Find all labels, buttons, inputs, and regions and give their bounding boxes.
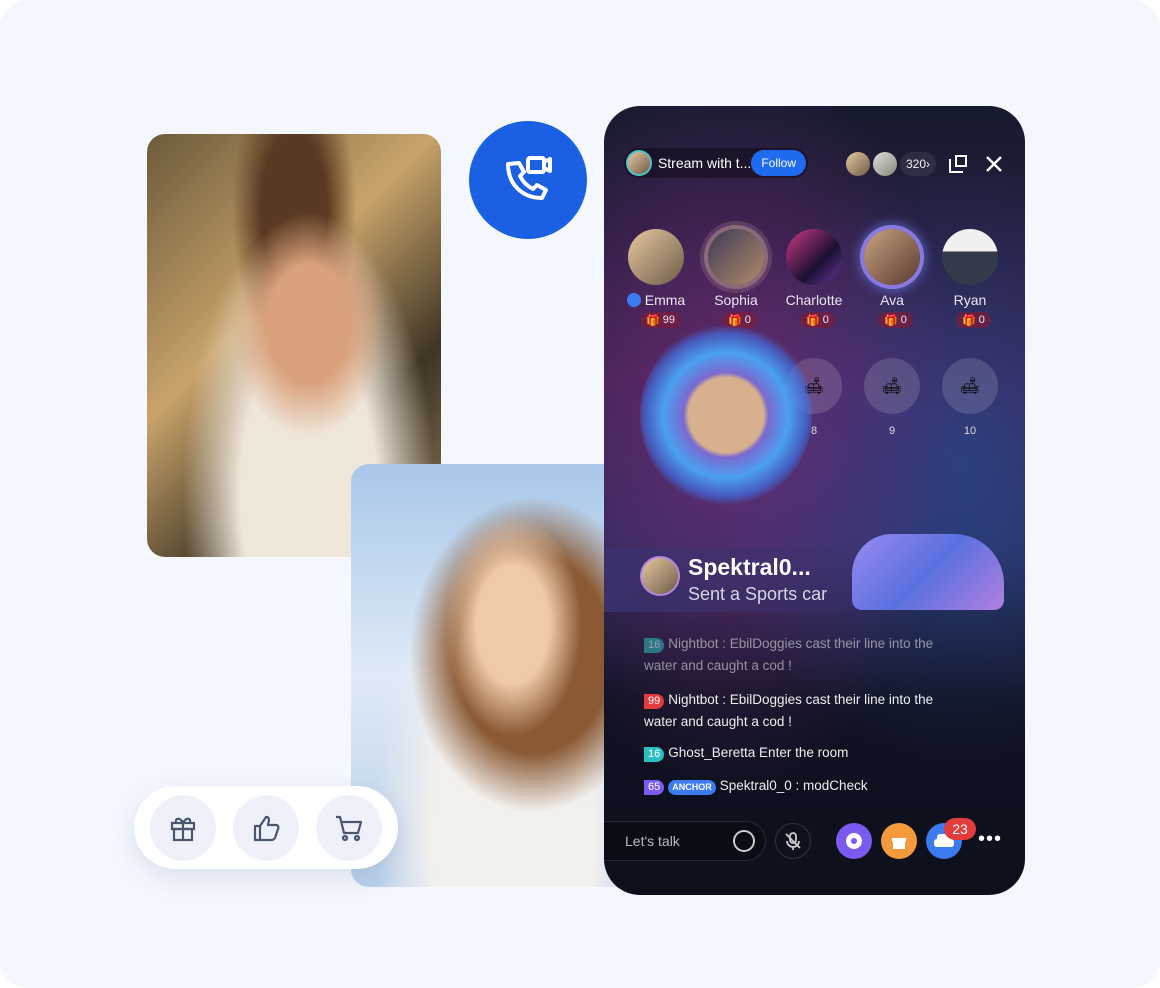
- seat-name-text: Emma: [644, 292, 686, 308]
- seat-emma[interactable]: [628, 229, 684, 285]
- mute-mic-button[interactable]: [775, 823, 811, 859]
- avatar-frame-effect: [640, 324, 812, 506]
- gift-button[interactable]: [881, 823, 917, 859]
- seat-ava[interactable]: [864, 229, 920, 285]
- viewer-avatar[interactable]: [846, 152, 870, 176]
- level-badge: 99: [644, 694, 665, 709]
- room-header: Stream with t... Follow: [624, 148, 808, 178]
- like-button[interactable]: [232, 794, 299, 861]
- emoji-icon[interactable]: [733, 830, 755, 852]
- gift-count: 0: [744, 314, 751, 326]
- follow-button[interactable]: Follow: [751, 150, 806, 176]
- seat-number: 10: [963, 425, 977, 437]
- empty-seat-9[interactable]: 🛋: [864, 358, 920, 414]
- chat-message: 99 Nightbot : EbilDoggies cast their line…: [644, 689, 964, 733]
- action-bar: [134, 786, 398, 869]
- gift-count: 0: [822, 314, 829, 326]
- close-icon[interactable]: [984, 154, 1004, 174]
- level-badge: 16: [644, 638, 665, 653]
- avatar: [786, 229, 842, 285]
- seat-name: Sophia: [714, 292, 758, 308]
- more-icon[interactable]: •••: [978, 828, 1002, 851]
- level-badge: 65: [644, 780, 665, 795]
- user-icon: [626, 293, 641, 307]
- gift-count-badge: 🎁 0: [956, 312, 991, 328]
- seat-name: Ava: [880, 292, 904, 308]
- seat-charlotte[interactable]: [786, 229, 842, 285]
- seat-number: 9: [888, 425, 896, 437]
- chat-text: Nightbot : EbilDoggies cast their line i…: [644, 636, 934, 673]
- gift-count: 0: [978, 314, 985, 326]
- gear-icon: [846, 833, 862, 849]
- empty-seat-10[interactable]: 🛋: [942, 358, 998, 414]
- seat-name: Charlotte: [785, 292, 843, 308]
- settings-button[interactable]: [836, 823, 872, 859]
- avatar: [628, 229, 684, 285]
- sender-name: Spektral0...: [688, 554, 811, 580]
- chat-text: Ghost_Beretta Enter the room: [668, 745, 849, 760]
- seat-ryan[interactable]: [942, 229, 998, 285]
- anchor-tag: ANCHOR: [668, 780, 716, 795]
- gift-icon: [892, 838, 906, 849]
- gift-count: 99: [662, 314, 675, 326]
- gift-icon: [171, 817, 196, 841]
- gift-button[interactable]: [150, 794, 217, 861]
- cart-button[interactable]: [315, 794, 382, 861]
- sender-avatar: [640, 556, 680, 596]
- avatar: [708, 229, 764, 285]
- minimize-window-icon[interactable]: [948, 154, 968, 174]
- viewer-avatar[interactable]: [873, 152, 897, 176]
- gift-count-badge: 🎁 0: [800, 312, 835, 328]
- gift-count: 0: [900, 314, 907, 326]
- chat-text: Nightbot : EbilDoggies cast their line i…: [644, 692, 934, 729]
- level-badge: 16: [644, 747, 665, 762]
- live-room-panel: Stream with t... Follow 320 › Emma Sophia…: [604, 106, 1025, 895]
- gift-banner: Spektral0... Sent a Sports car: [604, 548, 854, 612]
- host-avatar[interactable]: [626, 150, 652, 176]
- chat-input[interactable]: Let's talk: [604, 821, 766, 861]
- avatar: [864, 229, 920, 285]
- viewer-count-text: 320: [906, 157, 927, 171]
- chat-message: 65 ANCHOR Spektral0_0 : modCheck: [644, 775, 868, 797]
- chat-message: 16 Ghost_Beretta Enter the room: [644, 742, 848, 764]
- mic-off-icon: [785, 832, 801, 850]
- gift-count-badge: 🎁 99: [640, 312, 681, 328]
- thumbs-up-icon: [253, 815, 280, 841]
- sofa-icon: 🛋: [864, 358, 920, 414]
- viewer-count[interactable]: 320 ›: [900, 152, 937, 176]
- avatar: [942, 229, 998, 285]
- room-title: Stream with t...: [657, 155, 752, 171]
- gift-count-badge: 🎁 0: [878, 312, 913, 328]
- notification-badge: 23: [944, 818, 976, 840]
- chat-input-placeholder: Let's talk: [625, 833, 680, 849]
- seat-name: Ryan: [953, 292, 987, 308]
- chat-message: 16 Nightbot : EbilDoggies cast their line…: [644, 633, 964, 677]
- sofa-icon: 🛋: [942, 358, 998, 414]
- video-call-button[interactable]: [469, 121, 587, 239]
- sports-car-gift-image: [852, 534, 1004, 610]
- seat-sophia[interactable]: [708, 229, 764, 285]
- chat-text: Spektral0_0 : modCheck: [719, 778, 868, 793]
- seat-name: Emma: [611, 292, 701, 308]
- cart-icon: [335, 815, 362, 841]
- gift-text: Sent a Sports car: [688, 584, 828, 604]
- video-call-icon: [506, 156, 552, 200]
